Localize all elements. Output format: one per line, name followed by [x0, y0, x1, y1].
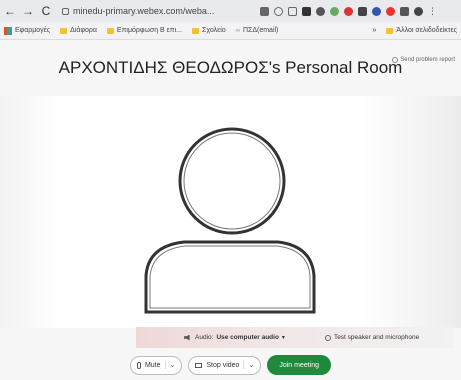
extension-icon[interactable] [386, 6, 395, 16]
folder-icon [106, 27, 114, 34]
audio-settings-bar: Audio: Use computer audio ▾ Test speaker… [136, 327, 453, 348]
star-icon[interactable] [288, 6, 297, 16]
bookmark-apps[interactable]: Εφαρμογές [4, 26, 50, 35]
microphone-icon [136, 361, 141, 369]
download-icon[interactable] [358, 6, 367, 16]
folder-icon [192, 27, 199, 34]
join-meeting-button[interactable]: Join meeting [267, 355, 332, 375]
camera-icon[interactable] [260, 6, 269, 16]
meeting-controls: Mute ⌄ Stop video ⌄ Join meeting [0, 350, 461, 380]
bookmarks-bar: Εφαρμογές Διάφορα Επιμόρφωση Β επι... Σχ… [0, 22, 461, 40]
bookmark-folder[interactable]: Σχολείο [192, 27, 226, 34]
address-bar[interactable]: minedu-primary.webex.com/weba... [62, 6, 248, 16]
audio-connection-select[interactable]: Audio: Use computer audio ▾ [184, 334, 285, 341]
site-favicon-icon: ∞ [235, 27, 240, 34]
speaker-icon [184, 334, 190, 341]
lock-icon [62, 7, 69, 15]
gear-icon [324, 334, 331, 341]
folder-icon [386, 27, 394, 34]
back-arrow-icon[interactable]: ← [4, 4, 16, 18]
reload-icon[interactable]: C [40, 4, 52, 18]
browser-toolbar: ← → C minedu-primary.webex.com/weba... ⋮ [0, 0, 461, 22]
extension-icon[interactable] [372, 6, 381, 16]
forward-arrow-icon[interactable]: → [22, 4, 34, 18]
bookmark-more[interactable]: » [373, 27, 377, 34]
stop-video-button[interactable]: Stop video ⌄ [188, 355, 262, 375]
zoom-icon[interactable] [274, 6, 283, 16]
bookmark-email[interactable]: ∞ ΠΣΔ(email) [236, 27, 279, 34]
caret-down-icon: ▾ [281, 335, 285, 341]
apps-grid-icon [4, 26, 12, 35]
profile-icon[interactable] [414, 6, 423, 16]
avatar-placeholder-icon [144, 127, 316, 314]
extension-icon[interactable] [316, 6, 325, 16]
extension-icon[interactable] [302, 6, 311, 16]
menu-icon[interactable]: ⋮ [428, 6, 437, 16]
send-problem-report[interactable]: Send problem report [392, 57, 455, 63]
test-audio-link[interactable]: Test speaker and microphone [324, 334, 419, 341]
bookmark-folder[interactable]: Διάφορα [60, 27, 97, 34]
background-blur [0, 96, 60, 328]
address-url: minedu-primary.webex.com/weba... [73, 6, 215, 16]
mute-button[interactable]: Mute ⌄ [129, 355, 183, 375]
extension-icon[interactable] [330, 6, 339, 16]
chevron-down-icon[interactable]: ⌄ [243, 361, 254, 369]
info-icon [392, 57, 399, 63]
video-camera-icon [195, 362, 203, 368]
bookmark-folder[interactable]: Επιμόρφωση Β επι... [106, 27, 182, 34]
toolbar-icons: ⋮ [260, 6, 437, 16]
folder-icon [60, 27, 68, 34]
extension-icon[interactable] [344, 6, 353, 16]
puzzle-icon[interactable] [400, 6, 409, 16]
bookmark-other[interactable]: Άλλοι σελιδοδείκτες [386, 27, 457, 34]
background-blur [351, 96, 461, 328]
chevron-down-icon[interactable]: ⌄ [164, 361, 175, 369]
